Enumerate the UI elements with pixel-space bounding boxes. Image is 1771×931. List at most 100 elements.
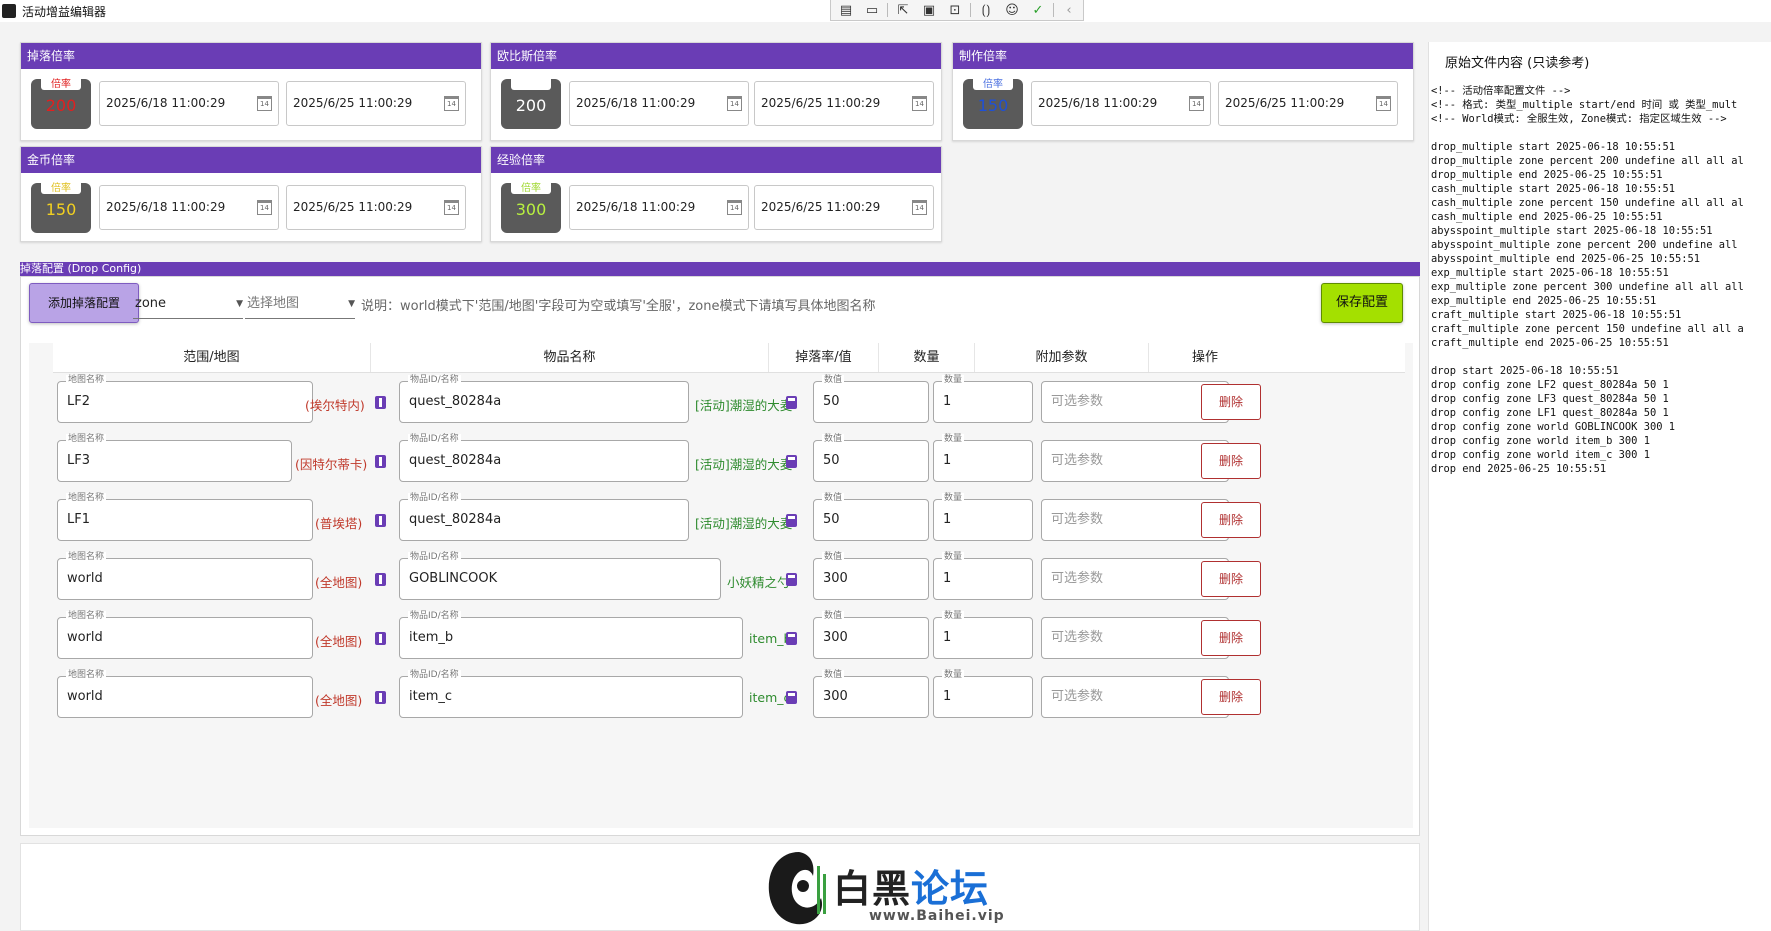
map-name-field[interactable]: 地图名称 world — [57, 611, 313, 659]
calendar-icon[interactable]: 14 — [727, 200, 742, 215]
map-select[interactable]: 选择地图 ▼ — [245, 291, 355, 319]
map-name-field[interactable]: 地图名称 LF1 — [57, 493, 313, 541]
start-date-picker[interactable]: 2025/6/18 11:00:29 14 — [569, 185, 749, 230]
calendar-icon[interactable]: 14 — [257, 96, 272, 111]
item-picker-icon[interactable] — [786, 396, 797, 409]
item-id-field[interactable]: 物品ID/名称 GOBLINCOOK — [399, 552, 721, 600]
end-date-picker[interactable]: 2025/6/25 11:00:29 14 — [1218, 81, 1398, 126]
start-date-picker[interactable]: 2025/6/18 11:00:29 14 — [1031, 81, 1211, 126]
map-name-value: world — [67, 689, 103, 704]
calendar-icon[interactable]: 14 — [444, 200, 459, 215]
record-icon[interactable]: ▭ — [861, 1, 883, 19]
add-drop-config-button[interactable]: 添加掉落配置 — [29, 283, 139, 323]
quantity-field[interactable]: 数量 1 — [933, 611, 1033, 659]
track-focus-icon[interactable]: ⊡ — [944, 1, 966, 19]
calendar-icon[interactable]: 14 — [727, 96, 742, 111]
map-picker-icon[interactable] — [375, 514, 386, 527]
select-element-icon[interactable]: ⇱ — [892, 1, 914, 19]
item-picker-icon[interactable] — [786, 691, 797, 704]
delete-row-button[interactable]: 删除 — [1201, 679, 1261, 715]
raw-file-content[interactable]: <!-- 活动倍率配置文件 --> <!-- 格式: 类型_multiple st… — [1431, 84, 1771, 476]
mode-select[interactable]: zone ▼ — [133, 291, 243, 319]
rate-value-field[interactable]: 数值 300 — [813, 670, 929, 718]
start-date-value: 2025/6/18 11:00:29 — [106, 96, 226, 110]
end-date-picker[interactable]: 2025/6/25 11:00:29 14 — [754, 81, 934, 126]
column-header-action: 操作 — [1191, 350, 1218, 365]
start-date-picker[interactable]: 2025/6/18 11:00:29 14 — [99, 81, 279, 126]
start-date-picker[interactable]: 2025/6/18 11:00:29 14 — [99, 185, 279, 230]
item-picker-icon[interactable] — [786, 514, 797, 527]
quantity-field[interactable]: 数量 1 — [933, 552, 1033, 600]
chevron-down-icon: ▼ — [236, 299, 243, 309]
live-tree-icon[interactable]: ▤ — [835, 1, 857, 19]
item-id-label: 物品ID/名称 — [408, 434, 461, 445]
rate-value[interactable]: 200 — [31, 96, 91, 115]
calendar-icon[interactable]: 14 — [912, 200, 927, 215]
item-picker-icon[interactable] — [786, 632, 797, 645]
save-config-button[interactable]: 保存配置 — [1321, 283, 1403, 323]
forum-logo-icon — [768, 852, 826, 925]
calendar-icon[interactable]: 14 — [257, 200, 272, 215]
item-picker-icon[interactable] — [786, 573, 797, 586]
quantity-label: 数量 — [942, 611, 965, 622]
delete-row-button[interactable]: 删除 — [1201, 502, 1261, 538]
rate-badge-tag: 倍率 — [41, 79, 81, 90]
end-date-picker[interactable]: 2025/6/25 11:00:29 14 — [286, 185, 466, 230]
rate-value[interactable]: 300 — [501, 200, 561, 219]
end-date-picker[interactable]: 2025/6/25 11:00:29 14 — [286, 81, 466, 126]
quantity-field[interactable]: 数量 1 — [933, 670, 1033, 718]
layout-adorner-icon[interactable]: ▣ — [918, 1, 940, 19]
item-id-field[interactable]: 物品ID/名称 item_c — [399, 670, 743, 718]
item-picker-icon[interactable] — [786, 455, 797, 468]
rate-value: 300 — [823, 689, 848, 704]
raw-file-line: cash_multiple end 2025-06-25 10:55:51 — [1431, 211, 1663, 223]
map-name-field[interactable]: 地图名称 LF3 — [57, 434, 292, 482]
rate-value-field[interactable]: 数值 300 — [813, 552, 929, 600]
rate-value-field[interactable]: 数值 50 — [813, 434, 929, 482]
delete-row-button[interactable]: 删除 — [1201, 443, 1261, 479]
calendar-icon[interactable]: 14 — [444, 96, 459, 111]
end-date-picker[interactable]: 2025/6/25 11:00:29 14 — [754, 185, 934, 230]
quantity-field[interactable]: 数量 1 — [933, 375, 1033, 423]
quantity-value: 1 — [943, 630, 952, 645]
map-picker-icon[interactable] — [375, 691, 386, 704]
map-picker-icon[interactable] — [375, 632, 386, 645]
start-date-picker[interactable]: 2025/6/18 11:00:29 14 — [569, 81, 749, 126]
map-picker-icon[interactable] — [375, 455, 386, 468]
map-name-field[interactable]: 地图名称 world — [57, 670, 313, 718]
rate-value-field[interactable]: 数值 50 — [813, 375, 929, 423]
rate-value-field[interactable]: 数值 300 — [813, 611, 929, 659]
item-id-field[interactable]: 物品ID/名称 item_b — [399, 611, 743, 659]
rate-value[interactable]: 150 — [963, 96, 1023, 115]
rate-value: 300 — [823, 630, 848, 645]
map-picker-icon[interactable] — [375, 396, 386, 409]
logo-text: 白黑论坛 — [833, 858, 989, 913]
item-id-label: 物品ID/名称 — [408, 493, 461, 504]
drop-row: 地图名称 world (全地图) 物品ID/名称 item_c item_c 数… — [53, 670, 1405, 731]
item-id-field[interactable]: 物品ID/名称 quest_80284a — [399, 493, 689, 541]
item-id-field[interactable]: 物品ID/名称 quest_80284a — [399, 375, 689, 423]
delete-row-button[interactable]: 删除 — [1201, 384, 1261, 420]
map-name-field[interactable]: 地图名称 world — [57, 552, 313, 600]
accessibility-icon[interactable]: ☺ — [1001, 1, 1023, 19]
item-id-field[interactable]: 物品ID/名称 quest_80284a — [399, 434, 689, 482]
map-picker-icon[interactable] — [375, 573, 386, 586]
calendar-icon[interactable]: 14 — [1376, 96, 1391, 111]
binding-failures-icon[interactable]: ⟮⟯ — [975, 1, 997, 19]
calendar-icon[interactable]: 14 — [1189, 96, 1204, 111]
quantity-field[interactable]: 数量 1 — [933, 434, 1033, 482]
check-icon[interactable]: ✓ — [1027, 1, 1049, 19]
quantity-field[interactable]: 数量 1 — [933, 493, 1033, 541]
rate-value-field[interactable]: 数值 50 — [813, 493, 929, 541]
rate-badge: 倍率 150 — [963, 79, 1023, 129]
collapse-icon[interactable]: ‹ — [1058, 1, 1080, 19]
drop-table: 范围/地图 物品名称 掉落率/值 数量 附加参数 操作 地图名称 LF2 (埃尔… — [29, 343, 1413, 828]
delete-row-button[interactable]: 删除 — [1201, 561, 1261, 597]
rate-badge: 200 — [501, 79, 561, 129]
rate-value[interactable]: 150 — [31, 200, 91, 219]
map-name-field[interactable]: 地图名称 LF2 — [57, 375, 313, 423]
delete-row-button[interactable]: 删除 — [1201, 620, 1261, 656]
rate-value[interactable]: 200 — [501, 96, 561, 115]
calendar-icon[interactable]: 14 — [912, 96, 927, 111]
end-date-value: 2025/6/25 11:00:29 — [761, 96, 881, 110]
